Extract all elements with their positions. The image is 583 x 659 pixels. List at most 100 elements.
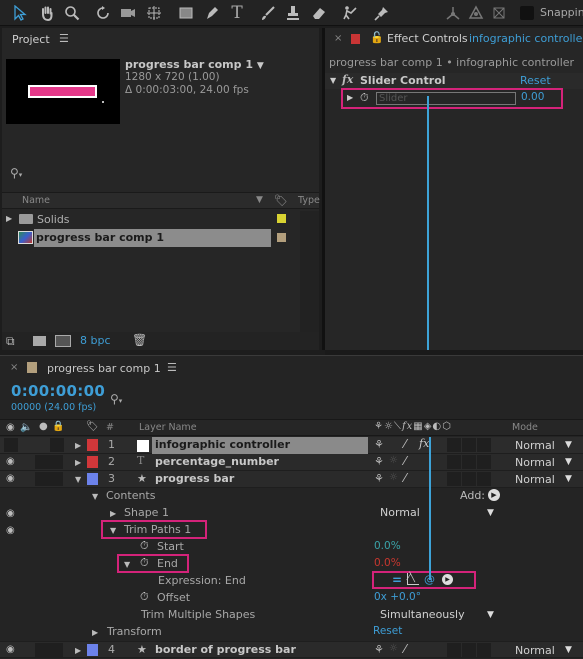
dropdown-arrow-icon[interactable]: ▼ <box>565 440 572 450</box>
shape-group[interactable]: Shape 1 <box>124 506 169 519</box>
expand-triangle-icon[interactable]: ▶ <box>92 628 98 637</box>
quality-switch-icon[interactable]: ⁄ <box>404 454 406 468</box>
rotation-tool-icon[interactable] <box>93 3 113 23</box>
project-search-icon[interactable]: ⚲▾ <box>10 166 22 180</box>
collapse-switch-icon[interactable]: ☼ <box>389 643 398 654</box>
current-time-display[interactable]: 0:00:00:00 <box>11 382 105 400</box>
bit-depth-button[interactable]: 8 bpc <box>80 334 111 347</box>
close-icon[interactable]: × <box>334 33 342 44</box>
shy-switch-icon[interactable]: ⚘ <box>374 643 384 656</box>
comp-dropdown-icon[interactable]: ▼ <box>257 61 264 71</box>
interpret-footage-icon[interactable]: ⧉ <box>6 334 15 349</box>
new-folder-icon[interactable] <box>33 336 46 346</box>
selection-tool-icon[interactable] <box>10 3 30 23</box>
timeline-comp-tab[interactable]: progress bar comp 1 <box>47 362 161 375</box>
trim-multiple-dropdown[interactable]: Simultaneously <box>380 608 465 621</box>
layer-row[interactable]: ◉ ▶ 2 T percentage_number ⚘ ☼ ⁄ Normal ▼ <box>0 454 583 471</box>
dropdown-arrow-icon[interactable]: ▼ <box>487 508 494 518</box>
pickwhip-line-top[interactable] <box>427 96 429 350</box>
camera-tool-icon[interactable] <box>118 3 138 23</box>
end-value[interactable]: 0.0% <box>374 557 401 569</box>
layer-name[interactable]: infographic controller <box>155 438 290 451</box>
adjustment-switch[interactable] <box>477 643 491 657</box>
effect-reset-link[interactable]: Reset <box>520 74 551 87</box>
slider-name-field[interactable]: Slider <box>376 92 516 105</box>
label-color-blue[interactable] <box>87 473 98 485</box>
shy-switch-icon[interactable]: ⚘ <box>374 438 384 451</box>
label-color-blue[interactable] <box>87 644 98 656</box>
pan-behind-tool-icon[interactable] <box>144 3 164 23</box>
expand-triangle-icon[interactable]: ▶ <box>75 646 81 655</box>
eye-icon[interactable]: ◉ <box>6 526 18 536</box>
dropdown-arrow-icon[interactable]: ▼ <box>487 610 494 620</box>
stopwatch-icon[interactable]: ⏱ <box>140 539 149 553</box>
frame-blend-switch[interactable] <box>447 643 461 657</box>
shy-switch-icon[interactable]: ⚘ <box>374 455 384 468</box>
view-axis-mode-icon[interactable] <box>489 3 509 23</box>
slider-value[interactable]: 0.00 <box>521 91 544 103</box>
lock-toggle-icon[interactable]: 🔒 <box>52 421 64 432</box>
layer-row[interactable]: ◉ ▼ 3 ★ progress bar ⚘ ☼ ⁄ Normal ▼ <box>0 471 583 488</box>
dropdown-arrow-icon[interactable]: ▼ <box>565 474 572 484</box>
type-tool-icon[interactable]: T <box>227 3 247 23</box>
timeline-search-icon[interactable]: ⚲▾ <box>110 392 122 406</box>
quality-switch-icon[interactable]: ⁄ <box>404 471 406 485</box>
eraser-tool-icon[interactable] <box>309 3 329 23</box>
start-value[interactable]: 0.0% <box>374 540 401 552</box>
collapse-triangle-icon[interactable]: ▼ <box>92 492 98 501</box>
project-item-comp[interactable]: progress bar comp 1 C <box>2 229 319 247</box>
lock-switch[interactable] <box>50 438 64 452</box>
transform-reset-link[interactable]: Reset <box>373 625 402 637</box>
pen-tool-icon[interactable] <box>202 3 222 23</box>
zoom-tool-icon[interactable] <box>62 3 82 23</box>
quality-switch-icon[interactable]: ⁄ <box>404 437 406 451</box>
stopwatch-icon[interactable]: ⏱ <box>360 91 369 105</box>
collapse-switch-icon[interactable]: ☼ <box>389 455 398 466</box>
project-scrollbar[interactable] <box>300 211 319 332</box>
audio-toggle-icon[interactable]: 🔈 <box>20 422 32 433</box>
fx-switch-icon[interactable]: fx <box>419 437 429 450</box>
project-panel-title[interactable]: Project <box>12 33 50 46</box>
switch-cells[interactable] <box>35 643 63 657</box>
layer-name[interactable]: progress bar <box>155 472 234 485</box>
graph-editor-icon[interactable]: ⁄╲ <box>407 573 419 585</box>
expand-triangle-icon[interactable]: ▶ <box>110 509 116 518</box>
expand-triangle-icon[interactable]: ▶ <box>75 441 81 450</box>
collapse-triangle-icon[interactable]: ▼ <box>124 560 130 569</box>
shape-blend-mode-dropdown[interactable]: Normal <box>380 506 420 519</box>
frame-blend-switch[interactable] <box>447 438 461 452</box>
label-tag-icon[interactable]: 🏷 <box>86 421 99 432</box>
collapse-triangle-icon[interactable]: ▼ <box>110 526 116 535</box>
trash-icon[interactable]: 🗑 <box>132 333 147 347</box>
collapse-triangle-icon[interactable]: ▼ <box>330 76 336 85</box>
label-tag-icon[interactable]: 🏷 <box>274 194 288 207</box>
contents-group[interactable]: Contents <box>106 489 155 502</box>
effect-controls-title[interactable]: Effect Controls <box>387 32 468 45</box>
eye-icon[interactable]: ◉ <box>6 509 18 519</box>
blend-mode-dropdown[interactable]: Normal <box>515 439 555 452</box>
label-color-red[interactable] <box>87 456 98 468</box>
expand-triangle-icon[interactable]: ▶ <box>75 458 81 467</box>
brush-tool-icon[interactable] <box>258 3 278 23</box>
eye-icon[interactable]: ◉ <box>6 645 18 655</box>
adjustment-switch[interactable] <box>477 472 491 486</box>
layer-row[interactable]: ◉ ▶ 4 ★ border of progress bar ⚘ ☼ ⁄ Nor… <box>0 641 583 658</box>
eye-icon[interactable]: ◉ <box>6 474 18 484</box>
column-name[interactable]: Name <box>22 195 50 206</box>
solo-toggle-icon[interactable]: ● <box>39 421 48 432</box>
motion-blur-switch[interactable] <box>462 455 476 469</box>
stopwatch-icon[interactable]: ⏱ <box>140 590 149 604</box>
motion-blur-switch[interactable] <box>462 438 476 452</box>
close-icon[interactable]: × <box>10 362 18 373</box>
adjustment-switch[interactable] <box>477 455 491 469</box>
eye-icon[interactable]: ◉ <box>6 457 18 467</box>
motion-blur-switch[interactable] <box>462 643 476 657</box>
expression-enable-icon[interactable]: = <box>392 573 402 587</box>
clone-stamp-tool-icon[interactable] <box>283 3 303 23</box>
dropdown-arrow-icon[interactable]: ▼ <box>565 645 572 655</box>
panel-menu-icon[interactable]: ☰ <box>167 361 177 374</box>
transform-group[interactable]: Transform <box>107 625 162 638</box>
motion-blur-switch[interactable] <box>462 472 476 486</box>
video-toggle-icon[interactable]: ◉ <box>6 422 15 433</box>
column-type[interactable]: Type <box>298 195 320 206</box>
